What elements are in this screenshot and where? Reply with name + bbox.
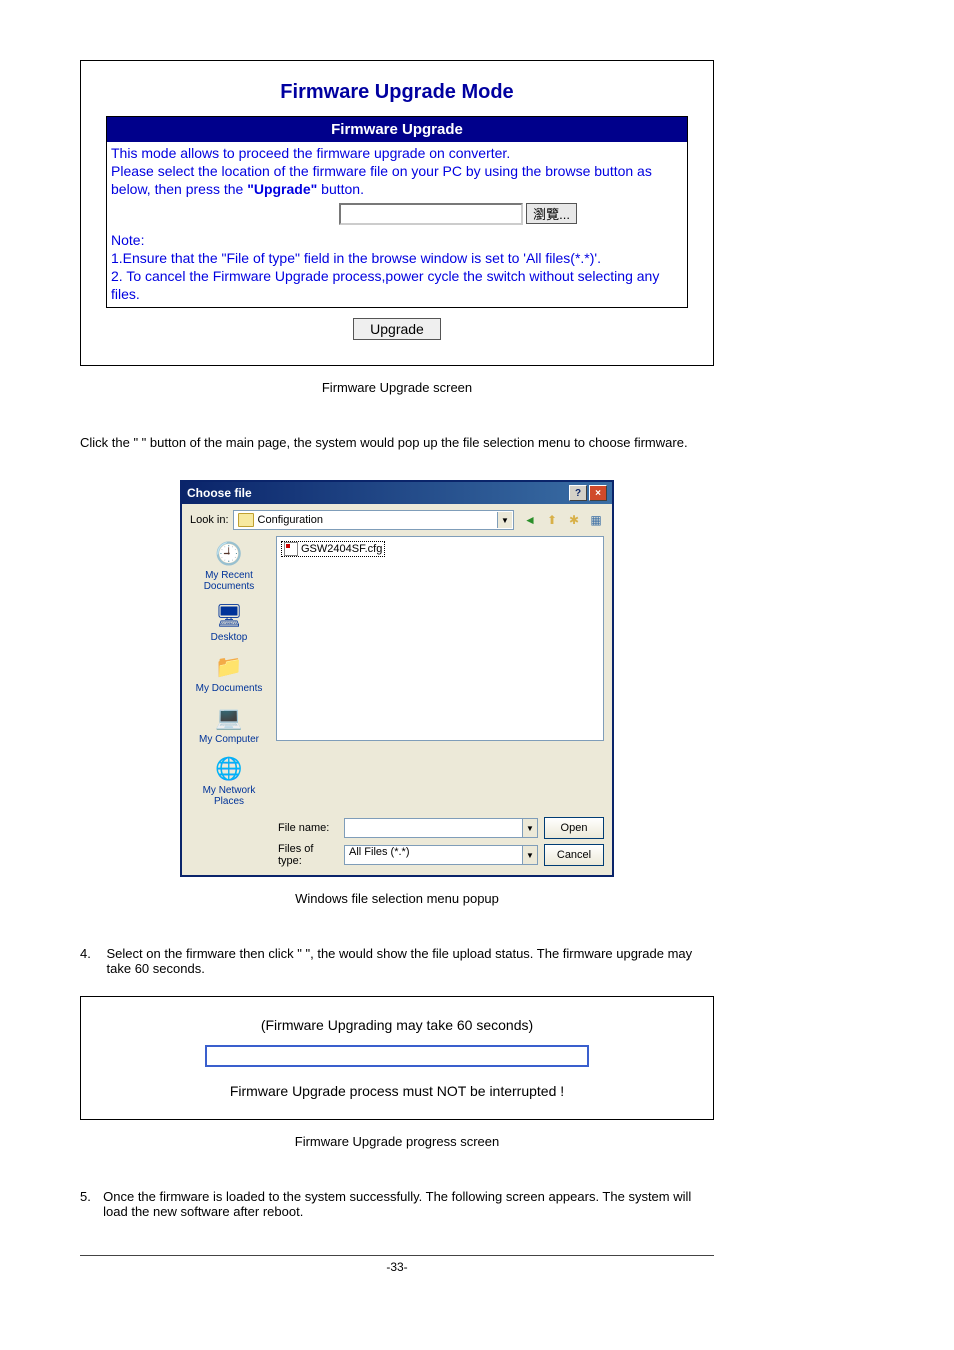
browse-row: 瀏覽... <box>107 201 687 229</box>
progress-line2: Firmware Upgrade process must NOT be int… <box>101 1083 693 1099</box>
filename-label: File name: <box>278 822 338 834</box>
file-item-label: GSW2404SF.cfg <box>301 543 382 555</box>
desktop-icon: 🖥 <box>213 602 245 630</box>
filetype-label: Files of type: <box>278 843 338 867</box>
cancel-button[interactable]: Cancel <box>544 844 604 866</box>
desc-line2b: button. <box>317 181 364 197</box>
look-in-label: Look in: <box>190 514 229 526</box>
file-list-area[interactable]: GSW2404SF.cfg <box>276 536 604 741</box>
upgrade-button[interactable]: Upgrade <box>353 318 441 340</box>
caption-3: Firmware Upgrade progress screen <box>80 1134 714 1149</box>
sidebar-item-recent[interactable]: 🕘 My Recent Documents <box>188 540 270 592</box>
new-folder-icon[interactable]: ✱ <box>566 512 582 528</box>
file-icon <box>284 542 298 556</box>
desc-upgrade-bold: "Upgrade" <box>247 181 317 197</box>
file-input[interactable] <box>339 203 523 225</box>
file-dialog: Choose file ? × Look in: Configuration ▼… <box>180 480 614 877</box>
look-in-value: Configuration <box>258 514 323 526</box>
folder-icon <box>238 513 254 527</box>
progress-panel: (Firmware Upgrading may take 60 seconds)… <box>80 996 714 1120</box>
filename-input[interactable]: ▼ <box>344 818 538 838</box>
caption-2: Windows file selection menu popup <box>80 891 714 906</box>
dialog-bottom: File name: ▼ Open Files of type: All Fil… <box>182 813 612 875</box>
body-text-1: Click the " " button of the main page, t… <box>80 435 714 450</box>
step-4-text: Select on the firmware then click " ", t… <box>107 946 714 976</box>
network-icon: 🌐 <box>213 755 245 783</box>
firmware-upgrade-panel: Firmware Upgrade Mode Firmware Upgrade T… <box>80 60 714 366</box>
note-block: Note: 1.Ensure that the "File of type" f… <box>107 229 687 308</box>
firmware-inner-box: Firmware Upgrade This mode allows to pro… <box>106 116 688 308</box>
note-label: Note: <box>111 232 144 248</box>
desc-line1: This mode allows to proceed the firmware… <box>111 145 510 161</box>
browse-button[interactable]: 瀏覽... <box>526 203 577 224</box>
look-in-combo[interactable]: Configuration ▼ <box>233 510 514 530</box>
step-5-text: Once the firmware is loaded to the syste… <box>103 1189 714 1219</box>
up-icon[interactable]: ⬆ <box>544 512 560 528</box>
upgrade-row: Upgrade <box>106 308 688 340</box>
step-4-number: 4. <box>80 946 107 976</box>
note1b: field in the browse window is set to 'Al… <box>300 250 601 266</box>
dialog-top-row: Look in: Configuration ▼ ◄ ⬆ ✱ ▦ <box>182 504 612 536</box>
step-5: 5. Once the firmware is loaded to the sy… <box>80 1189 714 1219</box>
sidebar-item-desktop[interactable]: 🖥 Desktop <box>188 602 270 643</box>
panel-title: Firmware Upgrade Mode <box>106 71 688 116</box>
close-icon[interactable]: × <box>589 485 607 501</box>
back-icon[interactable]: ◄ <box>522 512 538 528</box>
note1-bold: "File of type" <box>222 250 300 266</box>
computer-icon: 💻 <box>213 704 245 732</box>
open-button[interactable]: Open <box>544 817 604 839</box>
chevron-down-icon[interactable]: ▼ <box>522 819 537 837</box>
filetype-combo[interactable]: All Files (*.*) ▼ <box>344 845 538 865</box>
section-header: Firmware Upgrade <box>107 117 687 142</box>
sidebar-item-computer[interactable]: 💻 My Computer <box>188 704 270 745</box>
filetype-value: All Files (*.*) <box>345 844 414 860</box>
step-5-number: 5. <box>80 1189 103 1219</box>
description-block: This mode allows to proceed the firmware… <box>107 142 687 201</box>
dialog-sidebar: 🕘 My Recent Documents 🖥 Desktop 📁 My Doc… <box>188 536 270 807</box>
progress-bar <box>205 1045 589 1067</box>
progress-line1: (Firmware Upgrading may take 60 seconds) <box>101 1017 693 1033</box>
note2: 2. To cancel the Firmware Upgrade proces… <box>111 268 659 302</box>
sidebar-item-network[interactable]: 🌐 My Network Places <box>188 755 270 807</box>
view-icon[interactable]: ▦ <box>588 512 604 528</box>
chevron-down-icon[interactable]: ▼ <box>497 512 512 528</box>
desc-line2a: Please select the location of the firmwa… <box>111 163 652 197</box>
sidebar-item-documents[interactable]: 📁 My Documents <box>188 653 270 694</box>
file-item[interactable]: GSW2404SF.cfg <box>281 541 385 557</box>
documents-icon: 📁 <box>213 653 245 681</box>
help-icon[interactable]: ? <box>569 485 587 501</box>
chevron-down-icon[interactable]: ▼ <box>522 846 537 864</box>
step-4: 4. Select on the firmware then click " "… <box>80 946 714 976</box>
page-number: -33- <box>80 1255 714 1274</box>
recent-icon: 🕘 <box>213 540 245 568</box>
dialog-titlebar: Choose file ? × <box>182 482 612 504</box>
note1a: 1.Ensure that the <box>111 250 222 266</box>
caption-1: Firmware Upgrade screen <box>80 380 714 395</box>
dialog-title: Choose file <box>187 486 252 500</box>
toolbar-icons: ◄ ⬆ ✱ ▦ <box>518 512 604 528</box>
